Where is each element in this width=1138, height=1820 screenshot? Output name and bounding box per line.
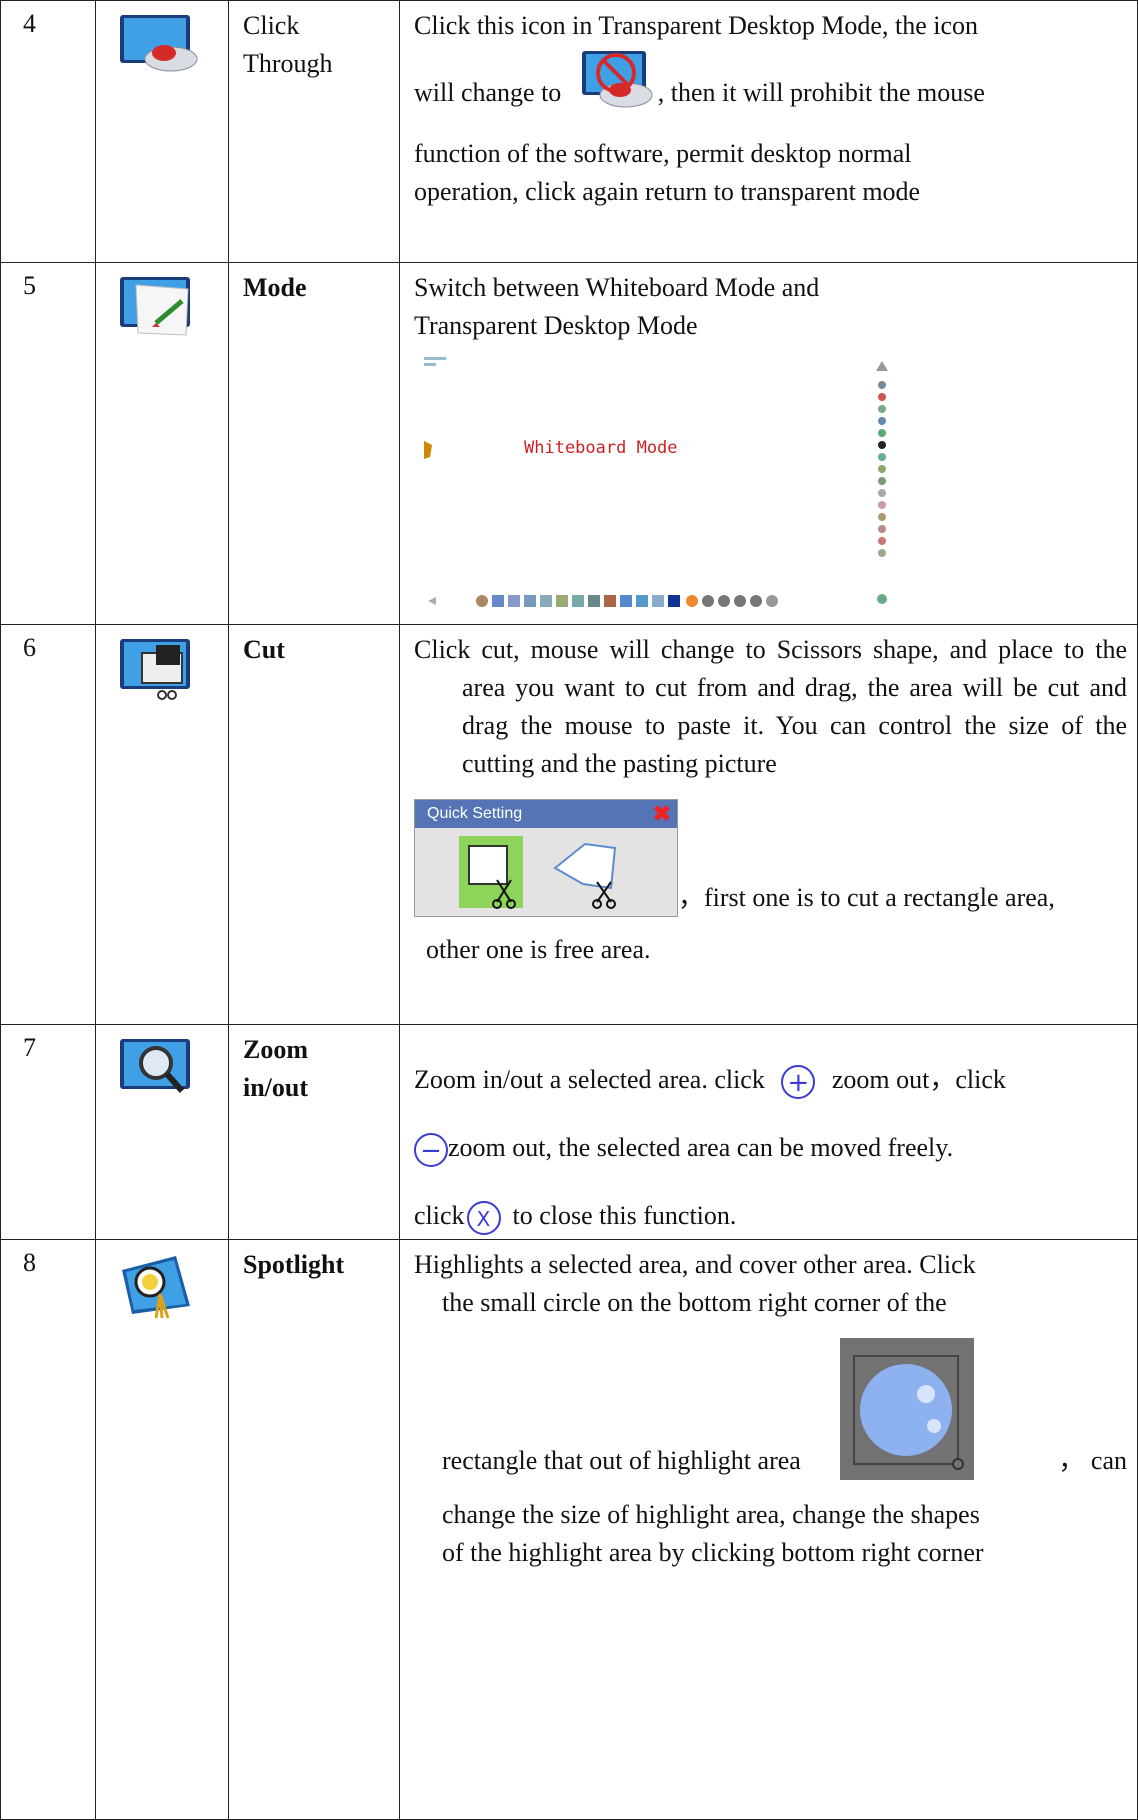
zoom-icon xyxy=(120,1039,190,1093)
desc-text: rectangle that out of highlight area xyxy=(442,1446,801,1475)
cut-shape-options xyxy=(459,836,617,909)
description-cell: Zoom in/out a selected area. click + zoo… xyxy=(399,1024,1138,1240)
desc-text: ，first one is to cut a rectangle area, xyxy=(678,883,1055,912)
feature-name: in/out xyxy=(243,1073,309,1102)
description-cell: Click this icon in Transparent Desktop M… xyxy=(399,0,1138,263)
description-cell: Click cut, mouse will change to Scissors… xyxy=(399,624,1138,1025)
desc-line: of the highlight area by clicking bottom… xyxy=(442,1538,984,1567)
whiteboard-mode-label: Whiteboard Mode xyxy=(524,438,678,458)
row-number: 8 xyxy=(0,1239,96,1820)
desc-text: click xyxy=(414,1201,465,1231)
icon-cell xyxy=(95,0,229,263)
desc-text: ， can xyxy=(1058,1446,1127,1475)
whiteboard-mode-screenshot: Whiteboard Mode xyxy=(414,349,904,624)
icon-cell xyxy=(95,624,229,1025)
quick-setting-line: Quick Setting ✖ ，first one is to cut a r… xyxy=(414,799,1127,917)
row-number: 6 xyxy=(0,624,96,1025)
feature-name: Click Through xyxy=(243,11,333,78)
feature-table: 4 Click Through Click this icon in Trans… xyxy=(0,0,1138,1820)
quick-setting-title: Quick Setting xyxy=(415,800,677,828)
desc-line: Switch between Whiteboard Mode and xyxy=(414,273,820,302)
feature-name-cell: Cut xyxy=(228,624,400,1025)
feature-name-cell: Zoom in/out xyxy=(228,1024,400,1240)
desc-text: zoom out, the selected area can be moved… xyxy=(448,1133,954,1163)
spotlight-icon xyxy=(122,1256,190,1319)
desc-text: zoom out，click xyxy=(831,1065,1006,1094)
feature-name: Spotlight xyxy=(243,1250,345,1279)
quick-setting-panel: Quick Setting ✖ xyxy=(414,799,678,917)
icon-cell xyxy=(95,1239,229,1820)
zoom-in-icon[interactable]: + xyxy=(781,1065,816,1100)
desc-line-with-icon: will change to , then it will prohibit t… xyxy=(414,51,1127,123)
click-through-icon xyxy=(120,15,198,72)
feature-name: Zoom xyxy=(243,1035,308,1064)
desc-line: Zoom in/out a selected area. click + zoo… xyxy=(414,1061,1127,1100)
table-row: 8 Spotlight Highlights a selected area, … xyxy=(0,1239,1138,1820)
desc-line: − zoom out, the selected area can be move… xyxy=(414,1129,1127,1168)
icon-cell xyxy=(95,1024,229,1240)
desc-paragraph: Click cut, mouse will change to Scissors… xyxy=(414,635,1127,778)
cut-icon xyxy=(120,639,190,700)
desc-line: the small circle on the bottom right cor… xyxy=(442,1288,947,1317)
desc-line: Highlights a selected area, and cover ot… xyxy=(414,1250,976,1279)
row-number: 7 xyxy=(0,1024,96,1240)
description-cell: Highlights a selected area, and cover ot… xyxy=(399,1239,1138,1820)
free-area-cut-option[interactable] xyxy=(553,842,617,909)
desc-line: other one is free area. xyxy=(426,935,651,964)
table-row: 7 Zoom in/out Zoom in/out a selected are… xyxy=(0,1024,1138,1240)
feature-name-cell: Mode xyxy=(228,262,400,625)
close-zoom-icon[interactable]: X xyxy=(466,1201,501,1236)
feature-name: Mode xyxy=(243,273,307,302)
close-icon[interactable]: ✖ xyxy=(653,800,671,828)
desc-line: operation, click again return to transpa… xyxy=(414,177,921,206)
desc-line: change the size of highlight area, chang… xyxy=(442,1500,980,1529)
feature-name-cell: Spotlight xyxy=(228,1239,400,1820)
spotlight-preview xyxy=(840,1338,974,1480)
desc-line: click Xto close this function. xyxy=(414,1197,1127,1236)
table-row: 5 Mode Switch between Whiteboard Mode an… xyxy=(0,262,1138,625)
mode-icon xyxy=(120,277,190,336)
desc-line: Transparent Desktop Mode xyxy=(414,311,698,340)
feature-name: Cut xyxy=(243,635,285,664)
desc-text: , then it will prohibit the mouse xyxy=(657,78,985,107)
row-number: 5 xyxy=(0,262,96,625)
description-cell: Switch between Whiteboard Mode and Trans… xyxy=(399,262,1138,625)
desc-line-with-image: rectangle that out of highlight area ， c… xyxy=(414,1338,1127,1480)
desc-text: Zoom in/out a selected area. click xyxy=(414,1065,765,1094)
click-through-disabled-icon xyxy=(581,51,653,108)
table-row: 4 Click Through Click this icon in Trans… xyxy=(0,0,1138,263)
icon-cell xyxy=(95,262,229,625)
desc-line: function of the software, permit desktop… xyxy=(414,139,912,168)
table-row: 6 Cut Click cut, mouse will change to Sc… xyxy=(0,624,1138,1025)
desc-line: Click this icon in Transparent Desktop M… xyxy=(414,11,979,40)
desc-text: to close this function. xyxy=(512,1201,737,1231)
desc-text: will change to xyxy=(414,78,562,107)
feature-name-cell: Click Through xyxy=(228,0,400,263)
zoom-out-icon[interactable]: − xyxy=(414,1133,448,1168)
rectangle-cut-option[interactable] xyxy=(459,836,523,909)
row-number: 4 xyxy=(0,0,96,263)
